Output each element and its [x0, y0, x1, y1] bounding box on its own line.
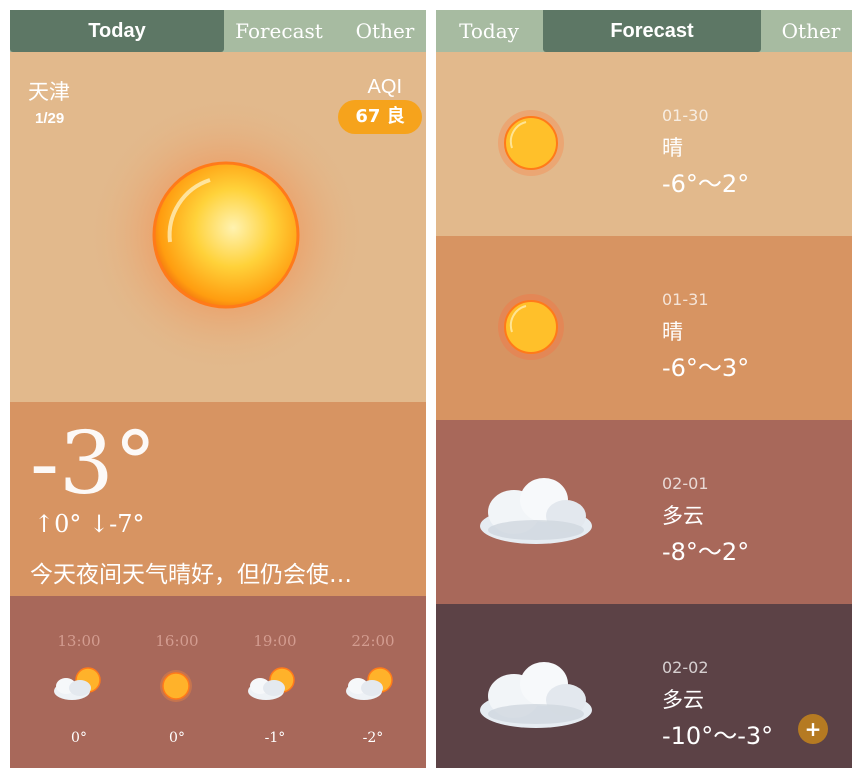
- hour-time: 16:00: [155, 632, 199, 650]
- tab-forecast[interactable]: Forecast: [543, 10, 761, 52]
- cloud-icon: [480, 662, 592, 728]
- aqi-label: AQI: [367, 76, 402, 98]
- hour-temperature: 0°: [169, 730, 185, 746]
- tab-other[interactable]: Other: [344, 10, 426, 52]
- current-temperature: -3°: [30, 414, 157, 514]
- hour-temperature: -2°: [362, 730, 384, 746]
- today-panel: Today Forecast Other 天津 1/29 AQI 67 良 -3…: [10, 10, 426, 768]
- add-button[interactable]: +: [798, 714, 828, 744]
- tab-bar: Today Forecast Other: [436, 10, 852, 52]
- hour-time: 22:00: [351, 632, 395, 650]
- partly-cloudy-icon: [346, 667, 393, 700]
- aqi-badge[interactable]: 67 良: [338, 100, 422, 134]
- hour-temperature: 0°: [71, 730, 87, 746]
- forecast-panel: Today Forecast Other 01-30 晴 -6°～2° 01-3…: [436, 10, 852, 768]
- weather-description: 今天夜间天气晴好，但仍会使…: [30, 562, 352, 588]
- forecast-date: 02-01: [662, 474, 709, 493]
- city-name: 天津: [28, 80, 70, 104]
- hour-time: 13:00: [57, 632, 101, 650]
- temperature-range: ↑0° ↓-7°: [34, 510, 145, 538]
- forecast-temperature: -8°～2°: [662, 538, 750, 566]
- tab-bar: Today Forecast Other: [10, 10, 426, 52]
- forecast-condition: 晴: [662, 320, 683, 344]
- tab-other[interactable]: Other: [770, 10, 852, 52]
- forecast-condition: 晴: [662, 136, 683, 160]
- tab-today[interactable]: Today: [436, 10, 542, 52]
- tab-today[interactable]: Today: [10, 10, 224, 52]
- forecast-date: 01-30: [662, 106, 709, 125]
- hour-time: 19:00: [253, 632, 297, 650]
- current-date: 1/29: [35, 110, 65, 127]
- sun-icon: [498, 110, 564, 176]
- partly-cloudy-icon: [54, 667, 101, 700]
- tab-forecast[interactable]: Forecast: [224, 10, 334, 52]
- partly-cloudy-icon: [248, 667, 295, 700]
- sun-icon: [498, 294, 564, 360]
- cloud-icon: [480, 478, 592, 544]
- forecast-temperature: -10°～-3°: [662, 722, 774, 750]
- forecast-temperature: -6°～3°: [662, 354, 750, 382]
- forecast-temperature: -6°～2°: [662, 170, 750, 198]
- forecast-day[interactable]: 01-31 晴 -6°～3°: [436, 236, 852, 420]
- forecast-date: 01-31: [662, 290, 709, 309]
- sun-icon: [160, 670, 192, 702]
- forecast-condition: 多云: [662, 688, 704, 712]
- forecast-condition: 多云: [662, 504, 704, 528]
- forecast-day[interactable]: 02-02 多云 -10°～-3°: [436, 604, 852, 768]
- forecast-day[interactable]: 02-01 多云 -8°～2°: [436, 420, 852, 604]
- hour-temperature: -1°: [264, 730, 286, 746]
- forecast-day[interactable]: 01-30 晴 -6°～2°: [436, 52, 852, 236]
- forecast-date: 02-02: [662, 658, 709, 677]
- hourly-forecast: 13:00 16:00 19:00 22:00 0° 0° -1° -2°: [10, 596, 426, 768]
